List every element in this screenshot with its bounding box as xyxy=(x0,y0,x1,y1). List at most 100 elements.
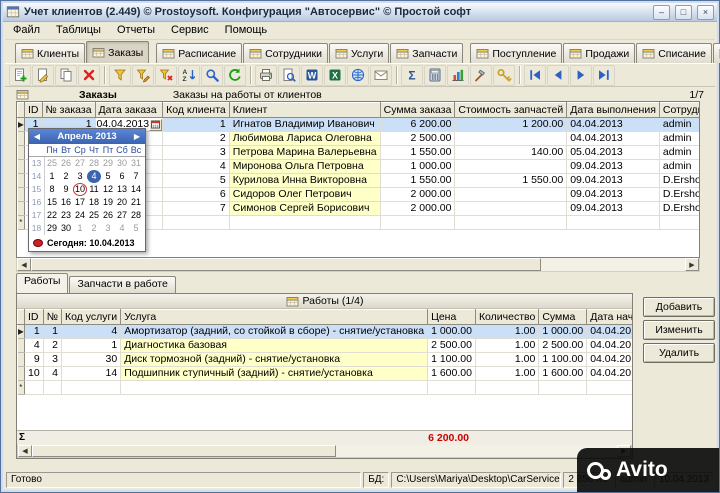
order-cell-employee[interactable]: D.Ershov xyxy=(659,202,700,216)
calendar-day[interactable]: 12 xyxy=(101,183,115,196)
orders-col-header[interactable]: ID xyxy=(25,103,43,118)
row-selector[interactable] xyxy=(18,353,25,367)
new-row-marker[interactable]: * xyxy=(18,216,25,230)
tab-stock[interactable]: Состояние склада xyxy=(713,43,720,63)
empty-cell[interactable] xyxy=(587,381,633,395)
menu-item-service[interactable]: Сервис xyxy=(163,22,217,39)
work-cell-id[interactable]: 9 xyxy=(25,353,44,367)
calendar-day[interactable]: 1 xyxy=(45,170,59,183)
order-cell-client[interactable]: Петрова Марина Валерьевна xyxy=(229,146,380,160)
order-cell-sum[interactable]: 1 550.00 xyxy=(380,146,455,160)
order-cell-employee[interactable]: D.Ershov xyxy=(659,188,700,202)
menu-item-tables[interactable]: Таблицы xyxy=(48,22,109,39)
calendar-day[interactable]: 3 xyxy=(101,222,115,235)
print-button[interactable] xyxy=(255,65,277,86)
calendar-day[interactable]: 26 xyxy=(101,209,115,222)
order-cell-parts_cost[interactable] xyxy=(455,202,567,216)
calendar-day[interactable]: 9 xyxy=(59,183,73,196)
calendar-day[interactable]: 30 xyxy=(59,222,73,235)
order-cell-employee[interactable]: admin xyxy=(659,146,700,160)
calendar-day-today[interactable]: 10 xyxy=(73,183,87,196)
calendar-day[interactable]: 5 xyxy=(101,170,115,183)
delete-button[interactable] xyxy=(78,65,100,86)
calendar-day[interactable]: 16 xyxy=(59,196,73,209)
order-cell-sum[interactable]: 2 000.00 xyxy=(380,188,455,202)
orders-col-header[interactable]: Код клиента xyxy=(163,103,230,118)
order-cell-parts_cost[interactable] xyxy=(455,132,567,146)
row-selector[interactable] xyxy=(18,146,25,160)
works-horizontal-scrollbar[interactable]: ◀ ▶ xyxy=(17,445,632,458)
work-cell-qty[interactable]: 1.00 xyxy=(475,325,538,339)
empty-cell[interactable] xyxy=(475,381,538,395)
order-cell-sum[interactable]: 2 000.00 xyxy=(380,202,455,216)
chart-button[interactable] xyxy=(447,65,469,86)
work-cell-service_code[interactable]: 1 xyxy=(61,339,120,353)
export-word-button[interactable]: W xyxy=(301,65,323,86)
order-cell-sum[interactable]: 6 200.00 xyxy=(380,118,455,132)
work-cell-service[interactable]: Амортизатор (задний, со стойкой в сборе)… xyxy=(121,325,428,339)
tab-clients[interactable]: Клиенты xyxy=(15,43,85,63)
work-cell-qty[interactable]: 1.00 xyxy=(475,339,538,353)
calendar-day-selected[interactable]: 4 xyxy=(87,170,101,183)
work-row[interactable]: ▶114Амортизатор (задний, со стойкой в сб… xyxy=(18,325,634,339)
scroll-left-arrow[interactable]: ◀ xyxy=(18,445,32,457)
row-selector[interactable] xyxy=(18,160,25,174)
order-cell-client[interactable]: Миронова Ольга Петровна xyxy=(229,160,380,174)
scroll-right-arrow[interactable]: ▶ xyxy=(685,258,699,271)
calendar-day[interactable]: 5 xyxy=(129,222,143,235)
order-cell-done_date[interactable]: 04.04.2013 xyxy=(567,132,660,146)
order-cell-client_code[interactable]: 2 xyxy=(163,132,230,146)
export-excel-button[interactable]: X xyxy=(324,65,346,86)
order-cell-employee[interactable]: admin xyxy=(659,132,700,146)
empty-cell[interactable] xyxy=(163,216,230,230)
calendar-day[interactable]: 8 xyxy=(45,183,59,196)
calendar-day[interactable]: 11 xyxy=(87,183,101,196)
calendar-day[interactable]: 30 xyxy=(115,157,129,170)
calendar-day[interactable]: 17 xyxy=(73,196,87,209)
work-cell-start[interactable]: 04.04.2013 xyxy=(587,367,633,381)
order-cell-client[interactable]: Игнатов Владимир Иванович xyxy=(229,118,380,132)
row-selector[interactable] xyxy=(18,202,25,216)
works-col-header[interactable]: Код услуги xyxy=(61,310,120,325)
tab-parts[interactable]: Запчасти xyxy=(390,43,463,63)
maximize-button[interactable]: □ xyxy=(675,5,692,20)
works-col-header[interactable]: № xyxy=(43,310,61,325)
calc-button[interactable] xyxy=(424,65,446,86)
tab-receipt[interactable]: Поступление xyxy=(470,43,562,63)
work-cell-qty[interactable]: 1.00 xyxy=(475,367,538,381)
order-cell-parts_cost[interactable] xyxy=(455,160,567,174)
delete-record-button[interactable]: Удалить xyxy=(643,343,715,363)
works-col-header[interactable]: Дата начала xyxy=(587,310,633,325)
orders-col-header[interactable]: № заказа xyxy=(42,103,95,118)
order-cell-client[interactable]: Симонов Сергей Борисович xyxy=(229,202,380,216)
calendar-day[interactable]: 23 xyxy=(59,209,73,222)
work-cell-num[interactable]: 2 xyxy=(43,339,61,353)
order-cell-employee[interactable]: D.Ershov xyxy=(659,174,700,188)
add-record-button[interactable]: Добавить xyxy=(643,297,715,317)
tab-writeoff[interactable]: Списание xyxy=(636,43,712,63)
empty-cell[interactable] xyxy=(25,381,44,395)
row-selector[interactable] xyxy=(18,367,25,381)
order-cell-client[interactable]: Курилова Инна Викторовна xyxy=(229,174,380,188)
calendar-today-row[interactable]: Сегодня: 10.04.2013 xyxy=(29,235,145,251)
new-row-marker[interactable]: * xyxy=(18,381,25,395)
calendar-day[interactable]: 2 xyxy=(87,222,101,235)
calendar-day[interactable]: 24 xyxy=(73,209,87,222)
work-cell-sum[interactable]: 1 100.00 xyxy=(539,353,587,367)
order-cell-done_date[interactable]: 09.04.2013 xyxy=(567,174,660,188)
work-cell-id[interactable]: 1 xyxy=(25,325,44,339)
scroll-track[interactable] xyxy=(31,258,685,271)
calendar-day[interactable]: 31 xyxy=(129,157,143,170)
empty-cell[interactable] xyxy=(229,216,380,230)
current-row-marker[interactable]: ▶ xyxy=(18,325,25,339)
filter-custom-button[interactable] xyxy=(132,65,154,86)
empty-cell[interactable] xyxy=(455,216,567,230)
work-cell-price[interactable]: 2 500.00 xyxy=(428,339,476,353)
calendar-day[interactable]: 29 xyxy=(45,222,59,235)
tab-employees[interactable]: Сотрудники xyxy=(243,43,328,63)
work-cell-sum[interactable]: 2 500.00 xyxy=(539,339,587,353)
tab-services[interactable]: Услуги xyxy=(329,43,389,63)
order-cell-done_date[interactable]: 05.04.2013 xyxy=(567,146,660,160)
sort-az-button[interactable]: AZ xyxy=(178,65,200,86)
calendar-day[interactable]: 26 xyxy=(59,157,73,170)
